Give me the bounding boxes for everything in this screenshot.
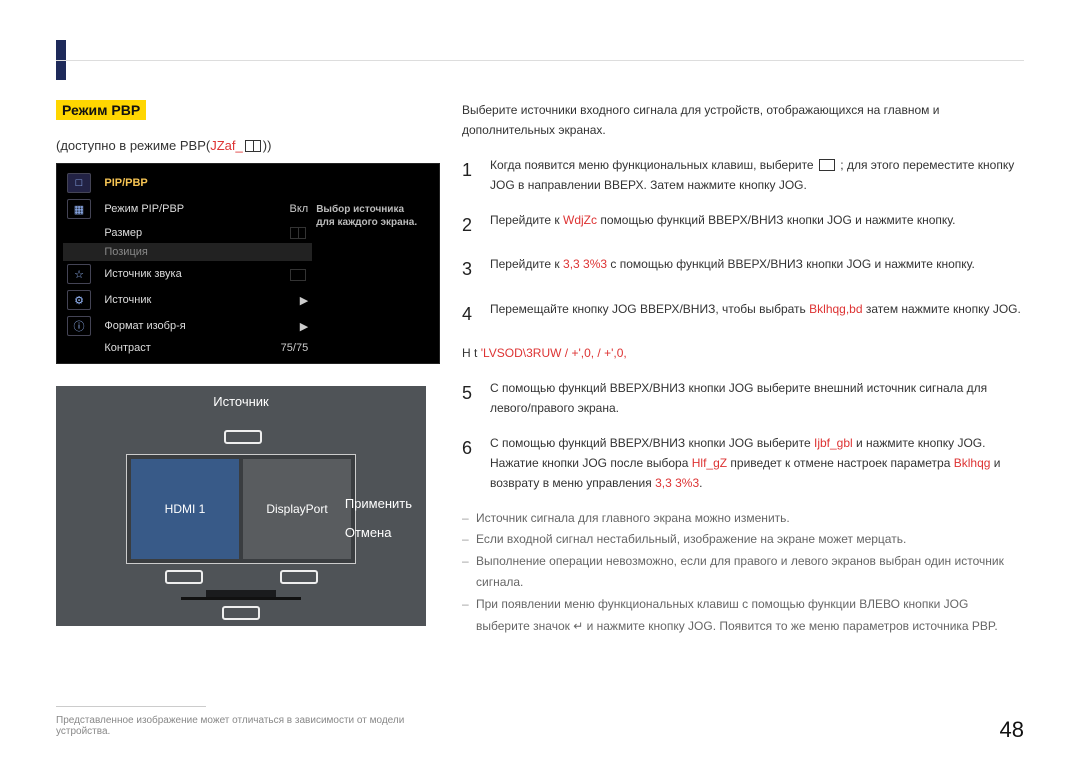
notes-list: Источник сигнала для главного экрана мож…: [462, 508, 1024, 638]
note: Если входной сигнал нестабильный, изобра…: [462, 529, 1024, 551]
osd-header-row: □ PIP/PBP Выбор источникадля каждого экр…: [63, 170, 433, 196]
sidebar-icon-display: □: [67, 173, 91, 193]
osd-tip: Выбор источникадля каждого экрана.: [312, 170, 433, 261]
pbp-split-icon: [245, 140, 261, 152]
left-column: Режим PBP (доступно в режиме PBP(JZaf_))…: [56, 100, 442, 737]
apply-button[interactable]: Применить: [345, 496, 412, 511]
monitor-stand: [206, 590, 276, 597]
port-right-icon: [280, 570, 318, 584]
osd-heading: PIP/PBP: [100, 170, 247, 196]
subtitle-prefix: (доступно в режиме PBP(: [56, 138, 210, 153]
monitor-graphic: HDMI 1 DisplayPort: [126, 454, 356, 626]
port-bottom-icon: [222, 606, 260, 620]
mini-box-icon: [290, 269, 306, 281]
step: 6 С помощью функций ВВЕРХ/ВНИЗ кнопки JO…: [462, 433, 1024, 494]
step: 2Перейдите к WdjZc помощью функций ВВЕРХ…: [462, 210, 1024, 241]
menu-icon: [819, 159, 835, 171]
step: 1Когда появится меню функциональных клав…: [462, 155, 1024, 196]
screen-right: DisplayPort: [243, 459, 351, 559]
osd-panel: □ PIP/PBP Выбор источникадля каждого экр…: [56, 163, 440, 364]
footnote-rule: [56, 706, 206, 707]
preview-header: Источник: [56, 386, 426, 417]
source-preview-panel: Источник HDMI 1 DisplayPort Применить От…: [56, 386, 426, 626]
screen-left: HDMI 1: [131, 459, 239, 559]
page: Режим PBP (доступно в режиме PBP(JZaf_))…: [0, 0, 1080, 763]
mid-line: H t 'LVSOD\3RUW / +',0, / +',0,: [462, 343, 1024, 363]
osd-row: ☆Источник звука: [63, 261, 433, 287]
sidebar-icon-grid: ▦: [67, 199, 91, 219]
step: 4Перемещайте кнопку JOG ВВЕРХ/ВНИЗ, чтоб…: [462, 299, 1024, 330]
sidebar-icon-star: ☆: [67, 264, 91, 284]
sidebar-icon-info: ⓘ: [67, 316, 91, 336]
screen: HDMI 1 DisplayPort: [126, 454, 356, 564]
subtitle-suffix: )): [263, 138, 272, 153]
note: Выполнение операции невозможно, если для…: [462, 551, 1024, 594]
preview-buttons: Применить Отмена: [345, 482, 412, 554]
step: 3Перейдите к 3,3 3%3 с помощью функций В…: [462, 254, 1024, 285]
size-split-icon: [290, 227, 306, 239]
cancel-button[interactable]: Отмена: [345, 525, 412, 540]
footnote: Представленное изображение может отличат…: [56, 706, 436, 737]
intro-paragraph: Выберите источники входного сигнала для …: [462, 100, 1024, 141]
steps-list: 1Когда появится меню функциональных клав…: [462, 155, 1024, 330]
decor-hairline: [56, 60, 1024, 61]
port-top-icon: [224, 430, 262, 444]
page-number: 48: [1000, 717, 1024, 743]
step: 5С помощью функций ВВЕРХ/ВНИЗ кнопки JOG…: [462, 378, 1024, 419]
right-column: Выберите источники входного сигнала для …: [462, 100, 1024, 637]
note: При появлении меню функциональных клавиш…: [462, 594, 1024, 637]
sidebar-icon-gear: ⚙: [67, 290, 91, 310]
steps-list-2: 5С помощью функций ВВЕРХ/ВНИЗ кнопки JOG…: [462, 378, 1024, 494]
subtitle-red: JZaf_: [210, 138, 243, 153]
section-title: Режим PBP: [56, 100, 146, 120]
monitor-base: [181, 597, 301, 600]
subtitle: (доступно в режиме PBP(JZaf_)): [56, 138, 442, 153]
port-left-icon: [165, 570, 203, 584]
note: Источник сигнала для главного экрана мож…: [462, 508, 1024, 530]
